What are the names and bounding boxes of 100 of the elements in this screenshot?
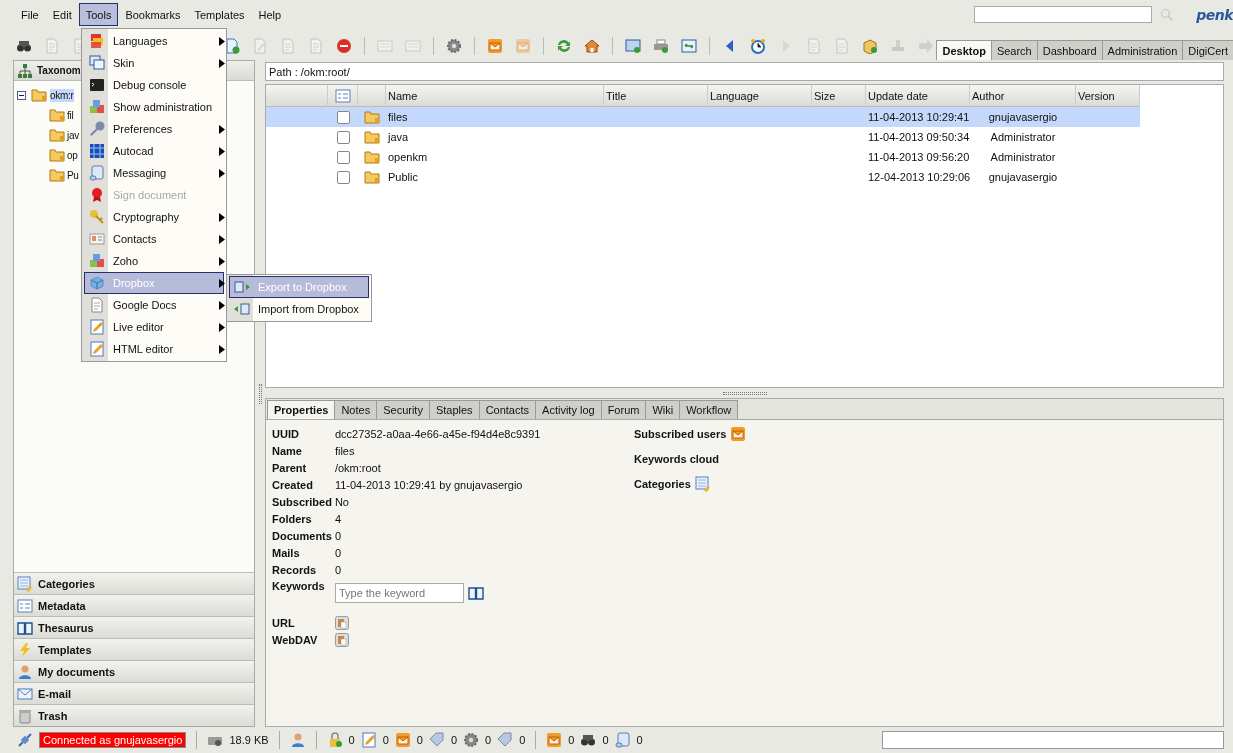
- column-header[interactable]: Update date: [866, 85, 970, 107]
- menu-item[interactable]: Tools: [78, 3, 119, 26]
- menu-item[interactable]: Skin: [84, 52, 224, 74]
- home-icon[interactable]: [584, 37, 600, 54]
- alarm-clock-icon[interactable]: [750, 37, 766, 54]
- tab[interactable]: Staples: [428, 400, 480, 419]
- menu-item[interactable]: Bookmarks: [118, 3, 188, 26]
- table-row[interactable]: files 11-04-2013 10:29:41 gnujavasergio: [266, 107, 1140, 127]
- path-field: Path : /okm:root/: [265, 62, 1224, 81]
- categories-icon[interactable]: [694, 475, 711, 492]
- column-header[interactable]: Title: [604, 85, 708, 107]
- section-header[interactable]: Templates: [38, 643, 92, 656]
- menu-item[interactable]: Debug console: [84, 74, 224, 96]
- delete-icon[interactable]: [336, 37, 352, 54]
- swap-icon[interactable]: [681, 37, 697, 54]
- keyword-field[interactable]: Type the keyword: [334, 583, 464, 603]
- menu-item[interactable]: Live editor: [84, 316, 224, 338]
- checkbox[interactable]: [336, 170, 350, 184]
- menu-item[interactable]: Zoho: [84, 250, 224, 272]
- column-header[interactable]: [328, 85, 358, 107]
- collapse-toggle[interactable]: [17, 90, 26, 100]
- connection-plug-icon: [17, 732, 33, 748]
- search-field[interactable]: [974, 6, 1153, 23]
- menu-item[interactable]: Languages: [84, 30, 224, 52]
- menu-item[interactable]: Import from Dropbox: [229, 298, 369, 320]
- field-label: Parent: [272, 460, 308, 476]
- gear-icon[interactable]: [446, 37, 462, 54]
- checkbox[interactable]: [336, 150, 350, 164]
- field-label: Name: [272, 443, 303, 459]
- column-header[interactable]: Name: [386, 85, 604, 107]
- tree-item[interactable]: fil: [67, 108, 74, 122]
- new-document-icon[interactable]: [224, 37, 240, 54]
- column-header[interactable]: Language: [708, 85, 812, 107]
- section-header[interactable]: E-mail: [38, 687, 71, 700]
- menu-item[interactable]: Edit: [45, 3, 79, 26]
- tab[interactable]: Contacts: [478, 400, 537, 419]
- status-field[interactable]: [882, 731, 1224, 749]
- checkbox[interactable]: [336, 110, 350, 124]
- tree-item[interactable]: Pu: [67, 168, 79, 182]
- tab[interactable]: Forum: [600, 400, 647, 419]
- tab[interactable]: Workflow: [679, 400, 739, 419]
- table-row[interactable]: openkm 11-04-2013 09:56:20 Administrator: [266, 147, 1140, 167]
- field-value: files: [334, 443, 356, 459]
- tab[interactable]: Notes: [334, 400, 378, 419]
- metadata-icon[interactable]: [334, 87, 351, 104]
- section-header[interactable]: Trash: [38, 709, 68, 722]
- book-icon[interactable]: [467, 585, 484, 601]
- tab[interactable]: Search: [990, 40, 1038, 60]
- menu-item[interactable]: File: [14, 3, 46, 26]
- menu-item[interactable]: Show administration: [84, 96, 224, 118]
- tab[interactable]: Wiki: [645, 400, 681, 419]
- column-header[interactable]: Size: [812, 85, 866, 107]
- mail-icon[interactable]: [487, 37, 503, 54]
- categories-icon: [17, 575, 33, 592]
- tree-item[interactable]: jav: [67, 128, 79, 142]
- column-header[interactable]: [266, 85, 328, 107]
- menu-item[interactable]: Contacts: [84, 228, 224, 250]
- menu-item[interactable]: Templates: [187, 3, 252, 26]
- menu-item[interactable]: Autocad: [84, 140, 224, 162]
- field-value: 0: [334, 528, 343, 544]
- clipboard-icon[interactable]: [334, 632, 349, 647]
- tab[interactable]: Activity log: [535, 400, 602, 419]
- menu-item[interactable]: Preferences: [84, 118, 224, 140]
- grid-icon: [89, 143, 105, 159]
- menu-item[interactable]: Google Docs: [84, 294, 224, 316]
- column-header[interactable]: Author: [970, 85, 1076, 107]
- tab[interactable]: Security: [376, 400, 430, 419]
- tab[interactable]: Desktop: [936, 40, 992, 60]
- tab[interactable]: Dashboard: [1036, 40, 1103, 60]
- refresh-icon[interactable]: [556, 37, 572, 54]
- section-header[interactable]: Categories: [38, 577, 95, 590]
- table-row[interactable]: Public 12-04-2013 10:29:06 gnujavasergio: [266, 167, 1140, 187]
- section-label: Keywords cloud: [634, 451, 719, 467]
- printer-icon[interactable]: [653, 37, 669, 54]
- menu-item[interactable]: HTML editor: [84, 338, 224, 360]
- column-header[interactable]: Version: [1076, 85, 1140, 107]
- tree-item[interactable]: okm:r: [50, 88, 74, 102]
- menu-item[interactable]: Cryptography: [84, 206, 224, 228]
- folder-icon: [49, 148, 66, 162]
- section-header[interactable]: My documents: [38, 665, 115, 678]
- table-row[interactable]: java 11-04-2013 09:50:34 Administrator: [266, 127, 1140, 147]
- tag-icon: [428, 732, 445, 748]
- folder-icon: [49, 168, 66, 182]
- window-icon[interactable]: [625, 37, 641, 54]
- menu-item[interactable]: Help: [251, 3, 289, 26]
- menu-item[interactable]: Messaging: [84, 162, 224, 184]
- checkbox[interactable]: [336, 130, 350, 144]
- cubes-icon: [89, 99, 105, 115]
- tab[interactable]: DigiCert: [1182, 40, 1233, 60]
- pencil-icon: [89, 319, 105, 335]
- tree-item[interactable]: op: [67, 148, 78, 162]
- counter-value: 0: [519, 734, 526, 746]
- tab[interactable]: Administration: [1101, 40, 1184, 60]
- column-header[interactable]: [358, 85, 386, 107]
- mail-icon[interactable]: [730, 425, 747, 442]
- section-header[interactable]: Metadata: [38, 599, 86, 612]
- package-icon[interactable]: [862, 37, 878, 54]
- section-header[interactable]: Thesaurus: [38, 621, 94, 634]
- clipboard-icon[interactable]: [334, 615, 349, 630]
- tab[interactable]: Properties: [267, 400, 336, 419]
